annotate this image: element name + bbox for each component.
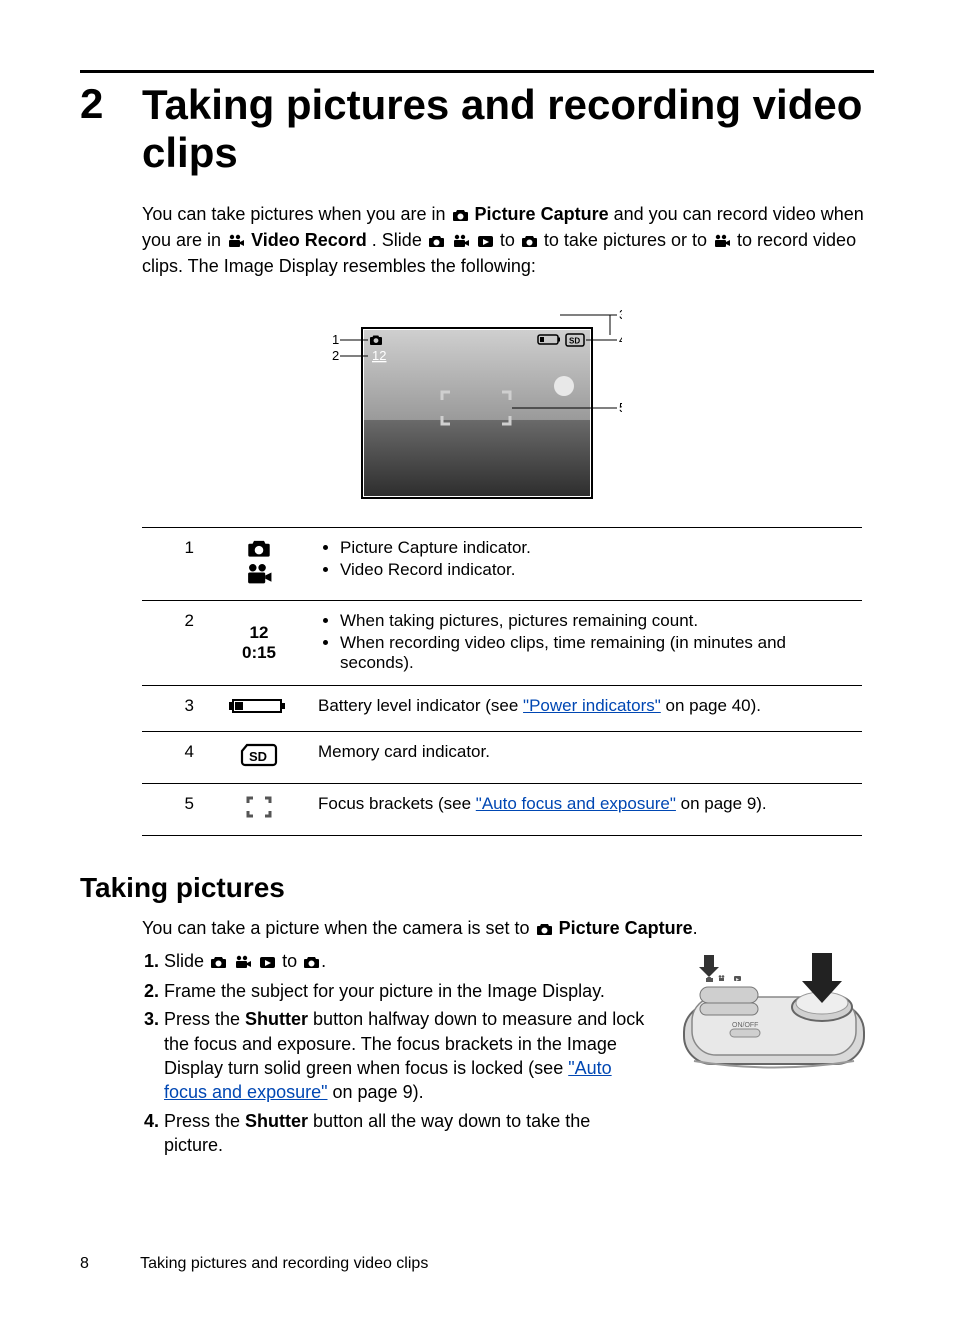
camera-top-figure: ON/OFF (674, 949, 874, 1085)
step-item: Press the Shutter button all the way dow… (164, 1109, 650, 1158)
section-intro: You can take a picture when the camera i… (142, 916, 874, 942)
video-icon (713, 230, 731, 254)
chapter-number: 2 (80, 81, 142, 127)
camera-icon (246, 538, 272, 563)
legend-desc: Memory card indicator. (306, 732, 862, 784)
video-icon (452, 230, 470, 254)
legend-desc: Battery level indicator (see "Power indi… (306, 686, 862, 732)
camera-icon (428, 230, 445, 254)
shutter-label: Shutter (245, 1009, 308, 1029)
shutter-label: Shutter (245, 1111, 308, 1131)
intro-text: . Slide (372, 230, 427, 250)
legend-text: on page 9). (676, 794, 767, 813)
step-item: Press the Shutter button halfway down to… (164, 1007, 650, 1104)
camera-icon (303, 951, 320, 975)
intro-paragraph: You can take pictures when you are in Pi… (142, 202, 874, 279)
intro-text: to (500, 230, 520, 250)
power-indicators-link[interactable]: "Power indicators" (523, 696, 661, 715)
step-item: Slide to . (164, 949, 650, 975)
legend-item: When taking pictures, pictures remaining… (340, 611, 850, 631)
picture-capture-label: Picture Capture (475, 204, 609, 224)
video-icon (227, 230, 245, 254)
legend-symbol (212, 528, 306, 601)
svg-text:SD: SD (569, 337, 580, 346)
steps-list: Slide to . Frame the subject for your pi… (142, 949, 650, 1161)
camera-icon (536, 918, 553, 942)
chapter-heading: 2 Taking pictures and recording video cl… (80, 81, 874, 178)
legend-text: on page 40). (661, 696, 761, 715)
playback-icon (259, 951, 276, 975)
playback-icon (477, 230, 494, 254)
sd-card-icon: SD (239, 742, 279, 773)
legend-num: 5 (142, 784, 212, 836)
legend-num: 2 (142, 601, 212, 686)
table-row: 3 Battery level indicator (see "Power in… (142, 686, 862, 732)
svg-text:SD: SD (249, 749, 267, 764)
callout-2: 2 (332, 348, 339, 363)
page-footer: 8 Taking pictures and recording video cl… (80, 1255, 428, 1273)
intro-text: You can take pictures when you are in (142, 204, 451, 224)
callout-5: 5 (619, 400, 622, 415)
legend-desc: When taking pictures, pictures remaining… (306, 601, 862, 686)
section-heading: Taking pictures (80, 872, 874, 904)
step-text: . (321, 951, 326, 971)
legend-item: Video Record indicator. (340, 560, 850, 580)
section-body: You can take a picture when the camera i… (142, 916, 874, 1161)
legend-num: 3 (142, 686, 212, 732)
battery-icon (229, 696, 289, 721)
callout-4: 4 (619, 332, 622, 347)
chapter-title: Taking pictures and recording video clip… (142, 81, 874, 178)
legend-desc: Picture Capture indicator. Video Record … (306, 528, 862, 601)
step-item: Frame the subject for your picture in th… (164, 979, 650, 1003)
legend-symbol (212, 784, 306, 836)
camera-icon (452, 204, 469, 228)
legend-num: 4 (142, 732, 212, 784)
legend-item: When recording video clips, time remaini… (340, 633, 850, 673)
video-record-label: Video Record (251, 230, 367, 250)
step-text: Slide (164, 951, 209, 971)
legend-symbol (212, 686, 306, 732)
video-icon (234, 951, 252, 975)
legend-text: Focus brackets (see (318, 794, 476, 813)
focus-brackets-icon (244, 794, 274, 825)
table-row: 2 12 0:15 When taking pictures, pictures… (142, 601, 862, 686)
table-row: 1 Picture Capture indicator. Video Recor… (142, 528, 862, 601)
table-row: 4 SD Memory card indicator. (142, 732, 862, 784)
manual-page: 2 Taking pictures and recording video cl… (0, 0, 954, 1321)
picture-capture-label: Picture Capture (559, 918, 693, 938)
callout-1: 1 (332, 332, 339, 347)
section-intro-text: . (693, 918, 698, 938)
svg-text:ON/OFF: ON/OFF (732, 1022, 758, 1029)
legend-symbol: 12 0:15 (212, 601, 306, 686)
section-intro-text: You can take a picture when the camera i… (142, 918, 535, 938)
legend-symbol: SD (212, 732, 306, 784)
step-text: Press the (164, 1111, 245, 1131)
camera-icon (521, 230, 538, 254)
legend-symbol-line: 0:15 (224, 643, 294, 663)
remaining-count: 12 (372, 348, 386, 363)
legend-table: 1 Picture Capture indicator. Video Recor… (142, 527, 862, 836)
camera-icon (210, 951, 227, 975)
step-text: Press the (164, 1009, 245, 1029)
table-row: 5 Focus brackets (see "Auto focus and ex… (142, 784, 862, 836)
legend-num: 1 (142, 528, 212, 601)
legend-item: Picture Capture indicator. (340, 538, 850, 558)
footer-title: Taking pictures and recording video clip… (140, 1255, 428, 1272)
step-text: to (282, 951, 302, 971)
video-icon (245, 563, 273, 590)
image-display-figure: 12 SD (332, 308, 622, 503)
legend-symbol-line: 12 (224, 623, 294, 643)
auto-focus-link[interactable]: "Auto focus and exposure" (476, 794, 676, 813)
legend-desc: Focus brackets (see "Auto focus and expo… (306, 784, 862, 836)
intro-text: to take pictures or to (544, 230, 712, 250)
page-number: 8 (80, 1255, 136, 1273)
callout-3: 3 (619, 308, 622, 322)
legend-text: Battery level indicator (see (318, 696, 523, 715)
top-rule (80, 70, 874, 73)
step-text: on page 9). (328, 1082, 424, 1102)
